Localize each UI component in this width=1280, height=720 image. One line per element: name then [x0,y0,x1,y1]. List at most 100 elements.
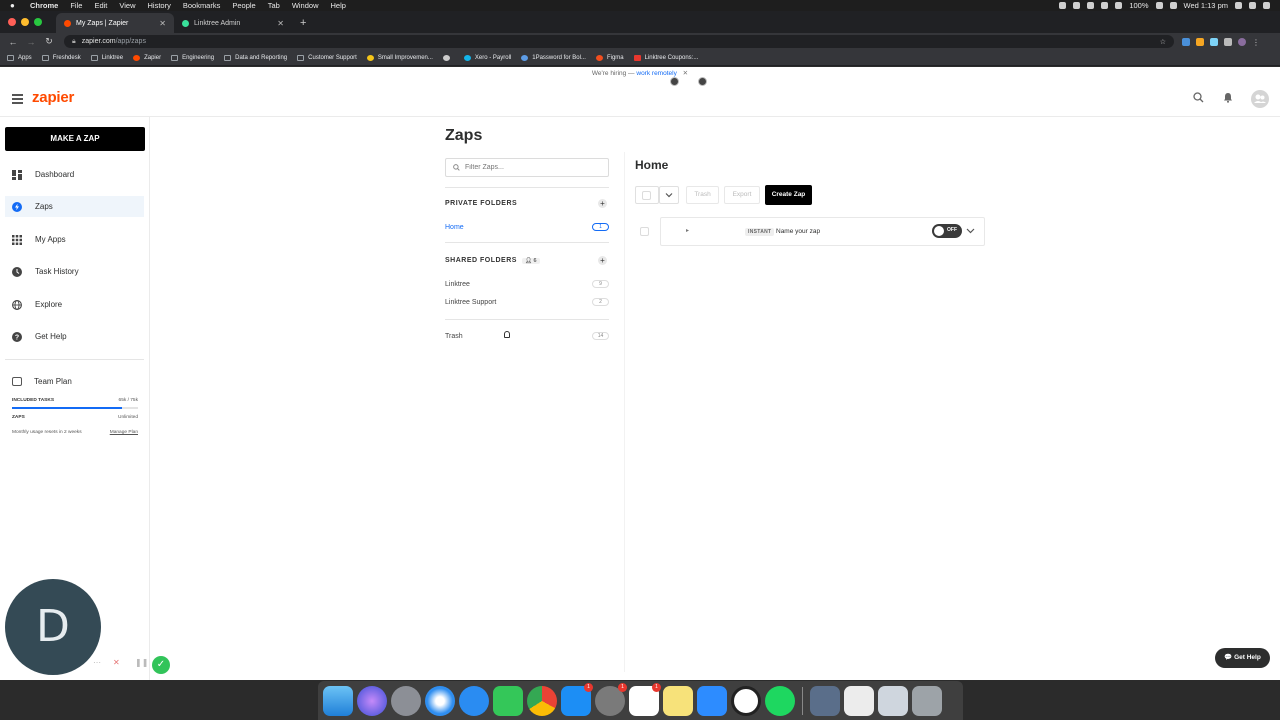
launchpad-icon[interactable] [391,685,421,716]
apple-icon[interactable]: ● [10,1,20,10]
zoom-icon[interactable] [697,685,727,716]
profile-icon[interactable] [1238,37,1246,46]
bookmark-xero-payroll[interactable]: Xero - Payroll [463,54,511,61]
bookmark-1password[interactable]: 1Password for Bol... [521,54,586,61]
filter-zaps-input[interactable] [465,164,595,171]
bookmark-figma[interactable]: Figma [595,54,624,61]
user-avatar[interactable] [1251,90,1269,108]
add-private-folder-icon[interactable]: + [598,199,607,208]
bookmark-zapier[interactable]: Zapier [133,54,161,61]
zap-row-checkbox[interactable] [640,227,649,236]
bluetooth-icon[interactable] [1059,2,1067,9]
wifi-icon[interactable] [1115,2,1123,9]
zap-name[interactable]: Name your zap [776,228,820,235]
downloads-icon[interactable] [878,685,908,716]
recorder-more-icon[interactable]: ⋯ [93,658,101,667]
menu-app-name[interactable]: Chrome [30,1,58,10]
url-field[interactable]: 🔒︎ zapier.com/app/zaps ☆ [64,35,1174,48]
trash-icon[interactable] [912,685,942,716]
close-window-icon[interactable] [8,18,16,26]
sidebar-item-dashboard[interactable]: Dashboard [5,164,144,185]
manage-plan-link[interactable]: Manage Plan [110,430,138,435]
hamburger-menu-icon[interactable] [12,94,23,104]
spotlight-icon[interactable] [1235,2,1242,9]
slack-icon[interactable]: 1 [629,682,661,716]
folder-linktree-support[interactable]: Linktree Support 2 [445,298,609,306]
folder-trash[interactable]: Trash 14 [445,332,609,340]
selection-dropdown[interactable] [659,186,679,204]
extension-icon[interactable] [1210,37,1218,46]
sidebar-item-explore[interactable]: Explore [5,294,144,315]
system-preferences-icon[interactable]: 1 [595,682,627,716]
flag-icon[interactable] [1169,2,1177,9]
chrome-icon[interactable] [527,685,557,716]
select-all-checkbox[interactable] [642,190,651,200]
trash-button[interactable]: Trash [686,186,719,204]
new-tab-icon[interactable]: + [300,13,306,33]
sidebar-item-my-apps[interactable]: My Apps [5,229,144,250]
notification-center-icon[interactable] [1263,2,1270,9]
spotify-icon[interactable] [765,685,795,716]
folder-linktree[interactable]: Linktree 9 [445,280,609,288]
forward-icon[interactable]: → [26,37,36,47]
tab-linktree-admin[interactable]: Linktree Admin ✕ [174,13,292,33]
bell-icon[interactable] [1223,92,1233,106]
menu-clock[interactable]: Wed 1:13 pm [1184,1,1228,10]
work-remotely-link[interactable]: work remotely [636,70,676,77]
status-icon[interactable] [1101,2,1109,9]
sidebar-item-task-history[interactable]: Task History [5,261,144,282]
battery-icon[interactable] [1155,2,1163,9]
user-icon[interactable] [1249,2,1256,9]
get-help-button[interactable]: 💬 Get Help [1215,648,1270,668]
notes-icon[interactable] [663,685,693,716]
bookmark-small-improvements[interactable]: Small Improvemen... [366,54,433,61]
app-store-icon[interactable]: 1 [561,682,593,716]
bookmark-globe[interactable] [442,54,454,61]
close-tab-icon[interactable]: ✕ [159,19,166,28]
lock-icon[interactable]: 🔒︎ [72,38,76,46]
close-tab-icon[interactable]: ✕ [277,19,284,28]
status-icon[interactable] [1087,2,1095,9]
document-icon[interactable] [844,685,874,716]
preview-icon[interactable] [810,685,840,716]
menu-people[interactable]: People [232,1,255,10]
create-zap-button[interactable]: Create Zap [765,185,812,205]
star-icon[interactable]: ☆ [1160,38,1166,46]
menu-edit[interactable]: Edit [94,1,107,10]
facetime-icon[interactable] [493,685,523,716]
extensions-puzzle-icon[interactable] [1224,37,1232,46]
back-icon[interactable]: ← [8,37,18,47]
minimize-window-icon[interactable] [21,18,29,26]
siri-icon[interactable] [357,685,387,716]
menu-tab[interactable]: Tab [268,1,280,10]
team-plan-heading[interactable]: Team Plan [12,377,72,386]
bookmark-linktree[interactable]: Linktree [90,54,123,61]
menu-view[interactable]: View [119,1,135,10]
bookmark-apps[interactable]: Apps [7,54,32,61]
more-menu-icon[interactable]: ⋮ [1252,38,1260,47]
recorder-finish-icon[interactable]: ✓ [152,656,170,674]
recorder-cancel-icon[interactable]: ✕ [113,658,120,667]
search-icon[interactable] [1193,92,1204,106]
menu-help[interactable]: Help [331,1,346,10]
status-icon[interactable] [1073,2,1081,9]
menu-bookmarks[interactable]: Bookmarks [183,1,221,10]
bookmark-customer-support[interactable]: Customer Support [297,54,357,61]
bookmark-engineering[interactable]: Engineering [171,54,214,61]
messages-icon[interactable] [459,685,489,716]
finder-icon[interactable] [323,685,353,716]
make-a-zap-button[interactable]: MAKE A ZAP [5,127,145,151]
p-app-icon[interactable] [731,685,761,716]
extension-icon[interactable] [1196,37,1204,46]
folder-home[interactable]: Home 1 [445,223,609,231]
bookmark-linktree-coupons[interactable]: Linktree Coupons:... [633,54,698,61]
add-shared-folder-icon[interactable]: + [598,256,607,265]
bookmark-data-reporting[interactable]: Data and Reporting [224,54,287,61]
reload-icon[interactable]: ↻ [44,36,54,47]
zap-on-off-toggle[interactable]: OFF [932,224,962,238]
close-banner-icon[interactable]: ✕ [683,70,688,77]
sidebar-item-zaps[interactable]: Zaps [5,196,144,217]
menu-file[interactable]: File [70,1,82,10]
battery-percent[interactable]: 100% [1129,1,1148,10]
chevron-down-icon[interactable] [966,228,975,234]
